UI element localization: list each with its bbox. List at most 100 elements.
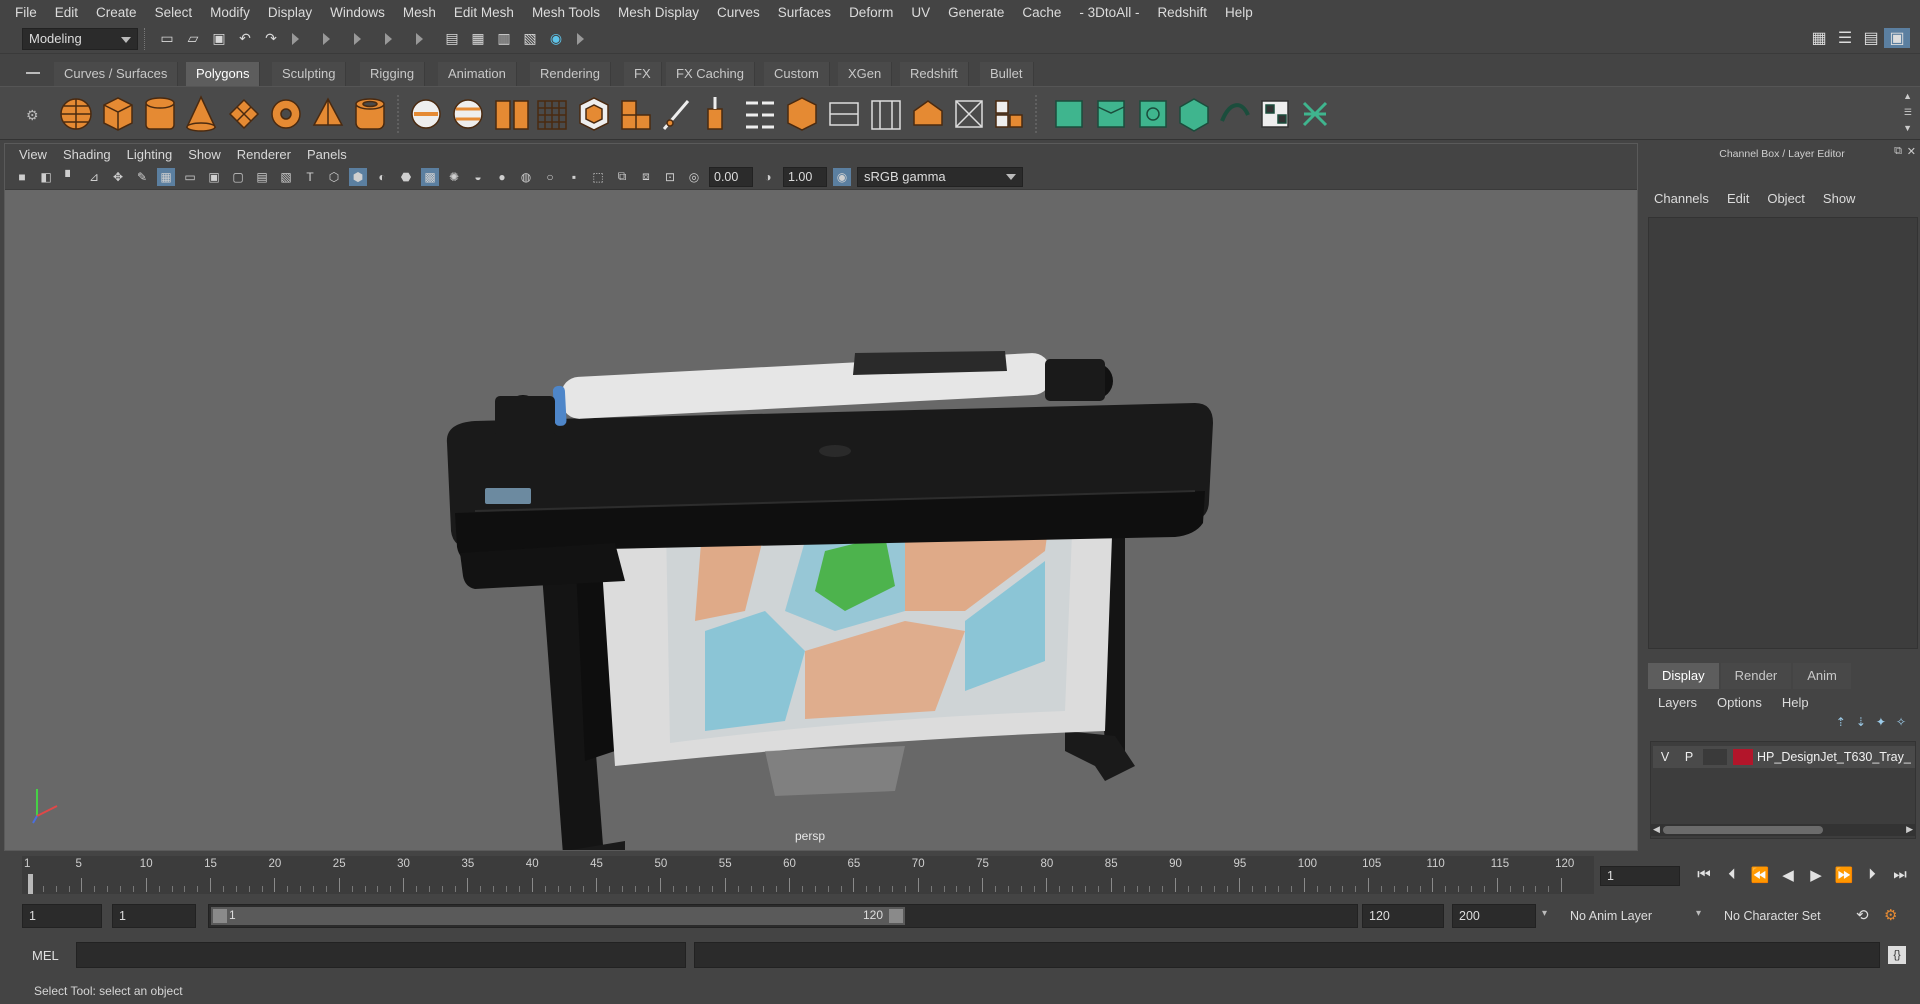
printer-model[interactable] [446,351,1213,850]
channel-box-icon[interactable]: ▣ [1884,28,1910,48]
bookmark-icon[interactable]: ▘ [61,168,79,186]
list-item[interactable]: V P HP_DesignJet_T630_Tray_ [1653,746,1915,768]
shadows-icon[interactable]: ◒ [469,168,487,186]
chevron-down-icon[interactable]: ▾ [1542,908,1547,919]
menu-help[interactable]: Help [1216,5,1262,20]
color-management-icon[interactable]: ◉ [833,167,851,186]
shelf-scroll-up-icon[interactable]: ▲ [1903,91,1912,101]
menu-select[interactable]: Select [146,5,202,20]
le-menu-help[interactable]: Help [1782,695,1809,710]
attribute-editor-icon[interactable]: ☰ [1832,28,1858,48]
range-end-handle[interactable] [889,909,903,923]
undo-icon[interactable]: ↶ [234,28,256,50]
wireframe-on-shaded-icon[interactable]: ⬣ [397,168,415,186]
cb-menu-channels[interactable]: Channels [1654,191,1709,206]
play-forwards-icon[interactable]: ▶ [1802,866,1830,884]
current-frame-field[interactable]: 1 [1600,866,1680,886]
render-view-icon[interactable]: ▤ [441,28,463,50]
range-slider-bar[interactable]: 1 120 [211,907,905,925]
flip-icon[interactable] [995,100,1023,128]
grid-icon[interactable]: ▦ [157,167,175,186]
gamma-field[interactable]: 1.00 [783,166,827,187]
le-menu-layers[interactable]: Layers [1658,695,1697,710]
close-icon[interactable]: ✕ [1907,145,1916,158]
menu-edit[interactable]: Edit [46,5,87,20]
menu-surfaces[interactable]: Surfaces [769,5,840,20]
bevel-icon[interactable] [621,100,651,130]
chevron-down-icon[interactable]: ▾ [1696,908,1701,919]
menu-mesh[interactable]: Mesh [394,5,445,20]
cb-menu-show[interactable]: Show [1823,191,1856,206]
poly-plane-icon[interactable] [228,98,260,130]
merge-icon[interactable] [913,100,943,126]
depth-of-field-icon[interactable]: ▪ [565,168,583,186]
vp-menu-lighting[interactable]: Lighting [119,147,181,162]
textured-icon[interactable]: ▩ [421,167,439,186]
default-material-icon[interactable]: ◐ [373,168,391,186]
horizontal-scrollbar[interactable]: ◀ ▶ [1651,824,1915,836]
le-menu-options[interactable]: Options [1717,695,1762,710]
tab-fx-caching[interactable]: FX Caching [666,62,755,86]
menu-mesh-display[interactable]: Mesh Display [609,5,708,20]
new-layer-icon[interactable]: ✦ [1876,715,1886,729]
extract-icon[interactable] [495,100,529,130]
step-back-frame-icon[interactable]: ⏴ [1718,866,1746,884]
boolean-icon[interactable] [579,97,609,131]
render-current-frame-icon[interactable]: ▦ [467,28,489,50]
tab-display[interactable]: Display [1648,663,1719,689]
uv-spherical-icon[interactable] [1139,100,1167,128]
workspace-dropdown[interactable]: Modeling [22,27,138,50]
command-input[interactable] [76,942,686,968]
collapse-arrow-icon[interactable] [385,32,392,45]
menu-cache[interactable]: Cache [1013,5,1070,20]
menu-edit-mesh[interactable]: Edit Mesh [445,5,523,20]
step-back-key-icon[interactable]: ⏪ [1746,866,1774,884]
new-scene-icon[interactable]: ▭ [156,28,178,50]
poly-cone-icon[interactable] [185,95,217,132]
wireframe-icon[interactable]: ⬡ [325,168,343,186]
scroll-left-icon[interactable]: ◀ [1653,824,1660,835]
scroll-right-icon[interactable]: ▶ [1906,824,1913,835]
current-time-indicator[interactable] [28,874,33,894]
move-layer-up-icon[interactable]: ⇡ [1836,715,1846,729]
scrollbar-thumb[interactable] [1663,826,1823,834]
poly-cube-icon[interactable] [103,97,133,131]
tab-fx[interactable]: FX [624,62,662,86]
tab-rigging[interactable]: Rigging [360,62,426,86]
tab-rendering[interactable]: Rendering [530,62,611,86]
poly-pipe-icon[interactable] [355,98,385,130]
collapse-arrow-icon[interactable] [354,32,361,45]
step-forward-key-icon[interactable]: ⏩ [1830,866,1858,884]
animation-preferences-icon[interactable]: ⚙ [1884,906,1897,924]
open-scene-icon[interactable]: ▱ [182,28,204,50]
use-all-lights-icon[interactable]: ✺ [445,168,463,186]
uv-symmetry-icon[interactable] [1302,101,1328,127]
smooth-icon[interactable] [537,100,567,130]
collapse-arrow-icon[interactable] [323,32,330,45]
xray-icon[interactable]: ⧉ [613,168,631,186]
gamma-icon[interactable]: ◑ [759,168,777,186]
hypershade-icon[interactable]: ◉ [545,28,567,50]
exposure-icon[interactable]: ◎ [685,168,703,186]
vp-menu-show[interactable]: Show [180,147,229,162]
bridge-icon[interactable] [746,101,774,129]
tab-render[interactable]: Render [1720,663,1792,689]
modeling-toolkit-icon[interactable]: ▦ [1806,28,1832,48]
camera-icon[interactable]: ■ [13,168,31,186]
xray-components-icon[interactable]: ⊡ [661,168,679,186]
safe-title-icon[interactable]: T [301,168,319,186]
auto-key-icon[interactable]: ⟲ [1856,906,1869,924]
uv-planar-icon[interactable] [1055,100,1083,128]
new-layer-from-selection-icon[interactable]: ✧ [1896,715,1906,729]
tab-redshift[interactable]: Redshift [900,62,969,86]
menu-3dtoall[interactable]: - 3DtoAll - [1070,5,1148,20]
extrude-icon[interactable] [707,97,723,130]
start-time-field[interactable]: 1 [22,904,102,928]
collapse-arrow-icon[interactable] [577,32,584,45]
vp-menu-panels[interactable]: Panels [299,147,355,162]
tab-sculpting[interactable]: Sculpting [272,62,347,86]
resolution-gate-icon[interactable]: ▣ [205,168,223,186]
character-set-dropdown[interactable]: No Character Set [1724,904,1854,928]
separate-icon[interactable] [453,99,483,129]
shelf-menu-icon[interactable] [26,72,40,74]
